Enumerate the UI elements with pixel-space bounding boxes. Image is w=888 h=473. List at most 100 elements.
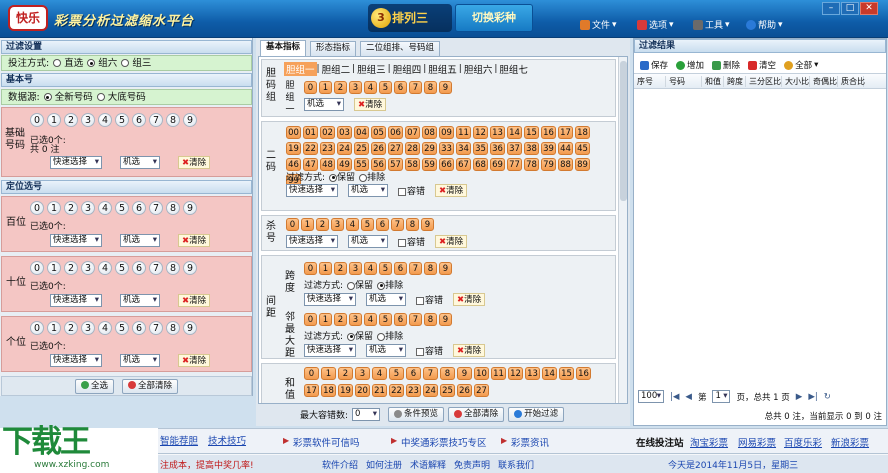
dan-tab-5[interactable]: 胆组六 — [462, 62, 495, 76]
kill-digit-9[interactable]: 9 — [421, 218, 434, 231]
kill-clear-button[interactable]: ✖清除 — [435, 235, 468, 248]
position-clear-button[interactable]: ✖清除 — [178, 354, 211, 367]
column-header-5[interactable]: 大小比 — [782, 75, 810, 87]
two-code-number-44[interactable]: 59 — [422, 158, 437, 171]
kill-digit-1[interactable]: 1 — [301, 218, 314, 231]
position-digit-1[interactable]: 1 — [47, 261, 61, 275]
position-digit-4[interactable]: 4 — [98, 261, 112, 275]
position-digit-9[interactable]: 9 — [183, 201, 197, 215]
basic-digit-8[interactable]: 8 — [166, 113, 180, 127]
position-digit-2[interactable]: 2 — [64, 201, 78, 215]
sum-number-18[interactable]: 18 — [321, 384, 336, 397]
sum-number-22[interactable]: 22 — [389, 384, 404, 397]
all-button[interactable]: 全部 ▾ — [784, 59, 818, 71]
neighbor-machine-dropdown[interactable]: 机选 — [366, 344, 406, 357]
basic-digit-2[interactable]: 2 — [64, 113, 78, 127]
two-code-number-33[interactable]: 39 — [541, 142, 556, 155]
link-news-2[interactable]: 中奖通彩票技巧专区 — [401, 435, 487, 449]
neighbor-digit-0[interactable]: 0 — [304, 313, 317, 326]
two-code-number-26[interactable]: 29 — [422, 142, 437, 155]
link-tech-tips[interactable]: 技术技巧 — [208, 433, 246, 447]
dan-digit-4[interactable]: 4 — [364, 81, 377, 94]
two-code-number-52[interactable]: 88 — [558, 158, 573, 171]
position-digit-9[interactable]: 9 — [183, 321, 197, 335]
sum-number-11[interactable]: 11 — [491, 367, 506, 380]
two-code-number-6[interactable]: 06 — [388, 126, 403, 139]
link-sina[interactable]: 新浪彩票 — [831, 435, 869, 449]
two-code-number-1[interactable]: 01 — [303, 126, 318, 139]
neighbor-keep[interactable]: 保留 — [347, 329, 373, 342]
link-news-3[interactable]: 彩票资讯 — [511, 435, 549, 449]
basic-digit-0[interactable]: 0 — [30, 113, 44, 127]
position-digit-4[interactable]: 4 — [98, 321, 112, 335]
status-link-intro[interactable]: 软件介绍 — [322, 458, 366, 471]
two-code-number-27[interactable]: 33 — [439, 142, 454, 155]
link-baidu[interactable]: 百度乐彩 — [784, 435, 822, 449]
two-code-number-53[interactable]: 89 — [575, 158, 590, 171]
neighbor-digit-1[interactable]: 1 — [319, 313, 332, 326]
position-digit-8[interactable]: 8 — [166, 261, 180, 275]
sum-number-27[interactable]: 27 — [474, 384, 489, 397]
sum-number-14[interactable]: 14 — [542, 367, 557, 380]
two-code-number-4[interactable]: 04 — [354, 126, 369, 139]
sum-number-13[interactable]: 13 — [525, 367, 540, 380]
sum-number-25[interactable]: 25 — [440, 384, 455, 397]
sum-number-7[interactable]: 7 — [423, 367, 438, 380]
delete-button[interactable]: 删除 — [712, 59, 740, 71]
neighbor-digit-6[interactable]: 6 — [394, 313, 407, 326]
neighbor-digit-3[interactable]: 3 — [349, 313, 362, 326]
dan-tab-2[interactable]: 胆组三 — [355, 62, 388, 76]
position-digit-5[interactable]: 5 — [115, 261, 129, 275]
position-digit-3[interactable]: 3 — [81, 201, 95, 215]
sum-number-23[interactable]: 23 — [406, 384, 421, 397]
menu-file[interactable]: 文件 ▾ — [580, 18, 617, 31]
two-code-number-7[interactable]: 07 — [405, 126, 420, 139]
two-code-number-29[interactable]: 35 — [473, 142, 488, 155]
two-code-quick-dropdown[interactable]: 快速选择 — [286, 184, 338, 197]
quick-select-dropdown[interactable]: 快速选择 — [50, 156, 102, 169]
sum-number-6[interactable]: 6 — [406, 367, 421, 380]
sum-number-9[interactable]: 9 — [457, 367, 472, 380]
kill-tolerance[interactable]: 容错 — [398, 235, 425, 248]
sum-number-3[interactable]: 3 — [355, 367, 370, 380]
two-code-machine-dropdown[interactable]: 机选 — [348, 184, 388, 197]
span-digit-7[interactable]: 7 — [409, 262, 422, 275]
kill-machine-dropdown[interactable]: 机选 — [348, 235, 388, 248]
basic-digit-5[interactable]: 5 — [115, 113, 129, 127]
two-code-number-10[interactable]: 11 — [456, 126, 471, 139]
status-link-glossary[interactable]: 术语解释 — [410, 458, 454, 471]
column-header-1[interactable]: 号码 — [666, 75, 702, 87]
two-code-number-5[interactable]: 05 — [371, 126, 386, 139]
position-digit-2[interactable]: 2 — [64, 321, 78, 335]
dan-machine-dropdown[interactable]: 机选 — [304, 98, 344, 111]
start-filter-button[interactable]: 开始过滤 — [508, 407, 565, 422]
position-digit-8[interactable]: 8 — [166, 201, 180, 215]
span-digit-4[interactable]: 4 — [364, 262, 377, 275]
column-header-6[interactable]: 奇偶比 — [810, 75, 838, 87]
dan-tab-3[interactable]: 胆组四 — [391, 62, 424, 76]
two-code-number-31[interactable]: 37 — [507, 142, 522, 155]
two-code-keep[interactable]: 保留 — [329, 170, 355, 183]
sum-number-19[interactable]: 19 — [338, 384, 353, 397]
position-digit-6[interactable]: 6 — [132, 201, 146, 215]
basic-digit-9[interactable]: 9 — [183, 113, 197, 127]
sum-keep[interactable]: 保留 — [347, 402, 373, 403]
max-tolerance-dropdown[interactable]: 0 — [352, 408, 381, 421]
page-size-dropdown[interactable]: 100 — [638, 390, 664, 403]
dan-digit-0[interactable]: 0 — [304, 81, 317, 94]
reload-icon[interactable]: ↻ — [824, 392, 831, 402]
two-code-number-35[interactable]: 45 — [575, 142, 590, 155]
neighbor-digit-9[interactable]: 9 — [439, 313, 452, 326]
two-code-number-23[interactable]: 26 — [371, 142, 386, 155]
two-code-number-30[interactable]: 36 — [490, 142, 505, 155]
span-digit-8[interactable]: 8 — [424, 262, 437, 275]
tab-pair-groups[interactable]: 二位组排、号码组 — [360, 41, 441, 56]
position-digit-4[interactable]: 4 — [98, 201, 112, 215]
two-code-number-19[interactable]: 22 — [303, 142, 318, 155]
two-code-number-51[interactable]: 79 — [541, 158, 556, 171]
position-quick-dropdown[interactable]: 快速选择 — [50, 294, 102, 307]
neighbor-clear-button[interactable]: ✖清除 — [453, 344, 486, 357]
basic-digit-3[interactable]: 3 — [81, 113, 95, 127]
sum-number-10[interactable]: 10 — [474, 367, 489, 380]
kill-digit-8[interactable]: 8 — [406, 218, 419, 231]
